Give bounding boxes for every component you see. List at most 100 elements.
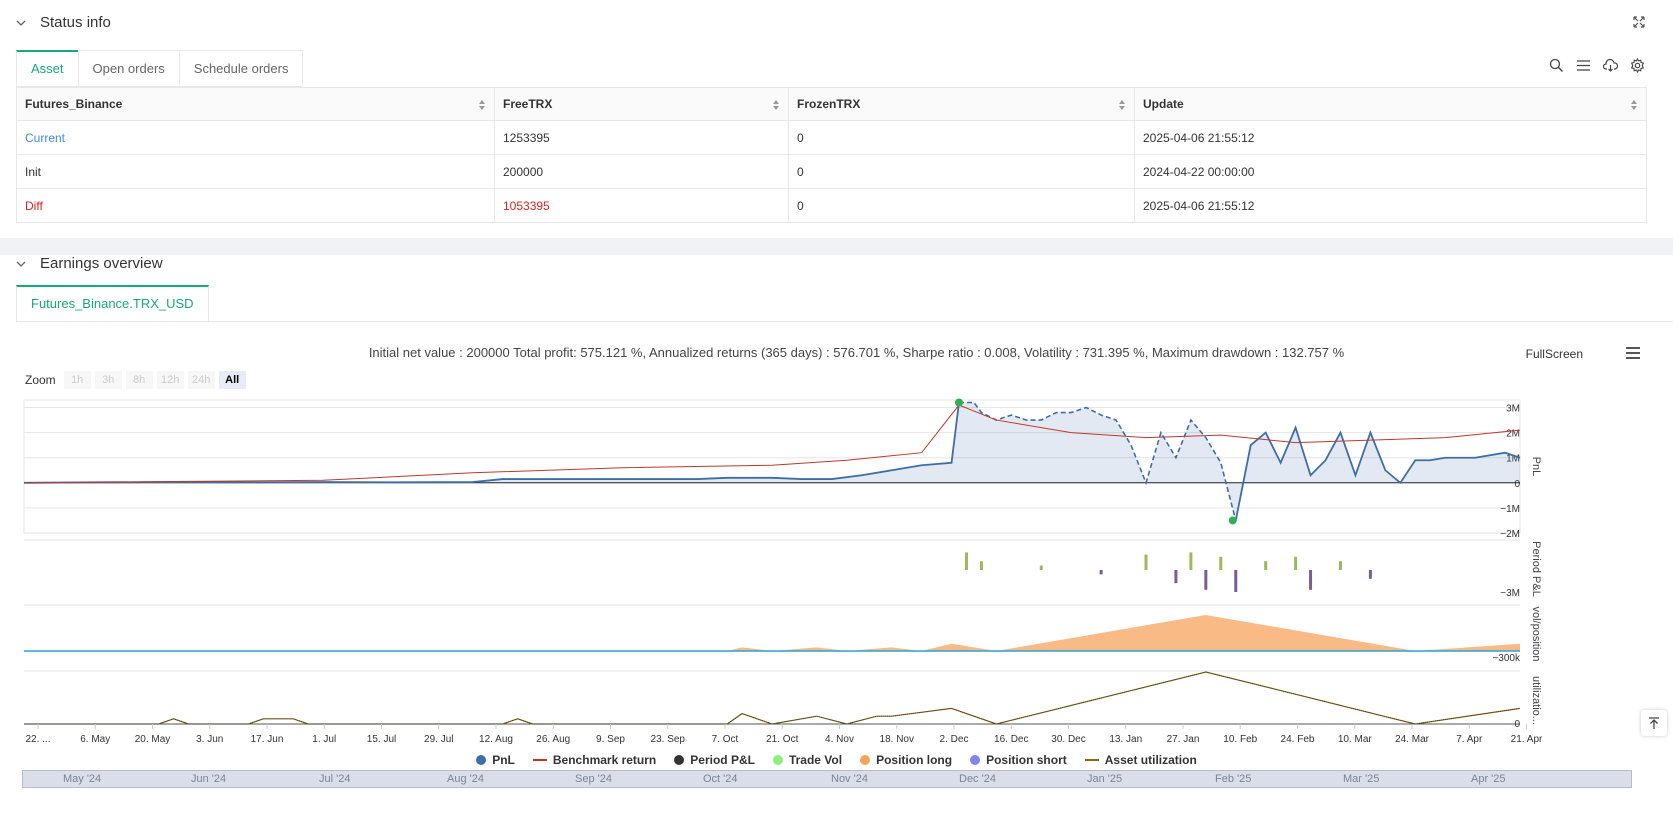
legend-asset-utilization[interactable]: Asset utilization <box>1084 753 1197 767</box>
status-tabs: Asset Open orders Schedule orders <box>16 50 304 87</box>
table-cell: 0 <box>788 154 1135 189</box>
zoom-12h-button[interactable]: 12h <box>156 371 184 389</box>
zoom-1h-button[interactable]: 1h <box>63 371 91 389</box>
x-tick-label: 7. Apr <box>1456 734 1483 745</box>
utilization-line-overlay <box>24 671 1521 725</box>
navigator-label: Apr '25 <box>1471 773 1506 785</box>
navigator-label: Jan '25 <box>1087 773 1123 785</box>
table-row: Current 1253395 0 2025-04-06 21:55:12 <box>16 120 1647 155</box>
zoom-3h-button[interactable]: 3h <box>94 371 122 389</box>
status-header[interactable]: Status info <box>16 14 111 31</box>
chevron-down-icon[interactable] <box>16 18 26 28</box>
period-bar <box>1234 570 1238 592</box>
legend-pnl[interactable]: PnL <box>476 753 515 767</box>
x-tick-label: 9. Sep <box>596 734 625 745</box>
cloud-download-icon[interactable] <box>1603 58 1618 73</box>
period-bar <box>1099 570 1103 575</box>
x-tick-label: 21. Oct <box>766 734 798 745</box>
navigator-label: Feb '25 <box>1215 773 1252 785</box>
axis-label: vol/position <box>1530 606 1542 661</box>
sort-icon[interactable] <box>1118 99 1126 111</box>
y-tick-label: −300k <box>1492 653 1521 664</box>
period-bar <box>1204 570 1208 590</box>
x-tick-label: 22. ... <box>25 734 50 745</box>
expand-icon[interactable] <box>1633 16 1645 28</box>
column-header[interactable]: Futures_Binance <box>16 87 495 121</box>
period-bar <box>1309 570 1313 590</box>
column-header[interactable]: Update <box>1134 87 1647 121</box>
legend-marker <box>532 759 547 761</box>
axis-label: utilizatio... <box>1530 676 1542 725</box>
legend-marker <box>772 755 783 765</box>
earnings-title: Earnings overview <box>40 255 163 272</box>
table-cell: 2024-04-22 00:00:00 <box>1134 154 1647 189</box>
utilization-line <box>24 671 1521 725</box>
axis-label: Period P&L <box>1530 541 1542 597</box>
back-to-top-button[interactable] <box>1641 710 1667 736</box>
x-tick-label: 10. Feb <box>1223 734 1257 745</box>
trade-marker <box>955 398 963 407</box>
earnings-chart[interactable]: 3M2M1M0−1M−2M−3M−300k0PnLPeriod P&Lvol/p… <box>0 395 1673 755</box>
legend-trade-vol[interactable]: Trade Vol <box>772 753 842 767</box>
table-cell[interactable]: Current <box>16 120 495 155</box>
zoom-24h-button[interactable]: 24h <box>187 371 215 389</box>
arrow-up-icon <box>1649 717 1659 729</box>
trade-marker <box>1228 516 1237 525</box>
status-panel: Status info Asset Open orders Schedule o… <box>0 0 1673 238</box>
legend-benchmark[interactable]: Benchmark return <box>532 753 656 767</box>
table-cell: 1253395 <box>494 120 789 155</box>
navigator-label: Jun '24 <box>191 773 227 785</box>
sort-icon[interactable] <box>772 99 780 111</box>
x-tick-label: 17. Jun <box>251 734 284 745</box>
range-navigator[interactable]: May '24 Jun '24 Jul '24 Aug '24 Sep '24 Oct '… <box>22 770 1632 788</box>
table-cell: Init <box>16 154 495 189</box>
y-tick-label: −1M <box>1500 504 1520 515</box>
tab-futures-binance-trx-usd[interactable]: Futures_Binance.TRX_USD <box>16 285 209 321</box>
legend-marker <box>476 755 487 765</box>
x-tick-label: 4. Nov <box>825 734 854 745</box>
column-header[interactable]: FrozenTRX <box>788 87 1135 121</box>
x-tick-label: 24. Mar <box>1395 734 1430 745</box>
navigator-label: Aug '24 <box>447 773 484 785</box>
period-bar <box>1144 554 1148 570</box>
sort-icon[interactable] <box>478 99 486 111</box>
performance-summary: Initial net value : 200000 Total profit:… <box>368 345 1345 360</box>
table-header-row: Futures_Binance FreeTRX FrozenTRX Update <box>16 87 1647 121</box>
tab-schedule-orders[interactable]: Schedule orders <box>178 50 304 86</box>
table-cell: 0 <box>788 188 1135 223</box>
zoom-all-button[interactable]: All <box>218 371 246 389</box>
column-header[interactable]: FreeTRX <box>494 87 789 121</box>
table-cell: 2025-04-06 21:55:12 <box>1134 188 1647 223</box>
earnings-panel: Earnings overview Futures_Binance.TRX_US… <box>0 255 1673 838</box>
x-tick-label: 15. Jul <box>367 734 396 745</box>
legend-position-short[interactable]: Position short <box>970 753 1067 767</box>
menu-icon[interactable] <box>1625 346 1641 360</box>
x-tick-label: 1. Jul <box>312 734 336 745</box>
sort-icon[interactable] <box>1630 99 1638 111</box>
fullscreen-button[interactable]: FullScreen <box>1526 347 1583 361</box>
tab-open-orders[interactable]: Open orders <box>77 50 180 86</box>
table-cell: 2025-04-06 21:55:12 <box>1134 120 1647 155</box>
tab-asset[interactable]: Asset <box>16 50 79 86</box>
zoom-label: Zoom <box>25 373 56 387</box>
status-title: Status info <box>40 14 111 31</box>
x-tick-label: 18. Nov <box>880 734 914 745</box>
table-row: Init 200000 0 2024-04-22 00:00:00 <box>16 154 1647 189</box>
legend-position-long[interactable]: Position long <box>860 753 952 767</box>
zoom-8h-button[interactable]: 8h <box>125 371 153 389</box>
legend-period-pnl[interactable]: Period P&L <box>674 753 755 767</box>
navigator-label: May '24 <box>63 773 102 785</box>
gear-icon[interactable] <box>1630 58 1645 73</box>
list-icon[interactable] <box>1576 58 1591 73</box>
period-bar <box>964 552 968 570</box>
legend-marker <box>860 755 871 765</box>
table-row: Diff 1053395 0 2025-04-06 21:55:12 <box>16 188 1647 223</box>
table-cell: 0 <box>788 120 1135 155</box>
search-icon[interactable] <box>1549 58 1564 73</box>
chevron-down-icon[interactable] <box>16 259 26 269</box>
x-tick-label: 12. Aug <box>479 734 513 745</box>
x-tick-label: 24. Feb <box>1281 734 1315 745</box>
earnings-header[interactable]: Earnings overview <box>16 255 163 272</box>
navigator-label: Dec '24 <box>959 773 996 785</box>
period-bar <box>979 561 983 570</box>
